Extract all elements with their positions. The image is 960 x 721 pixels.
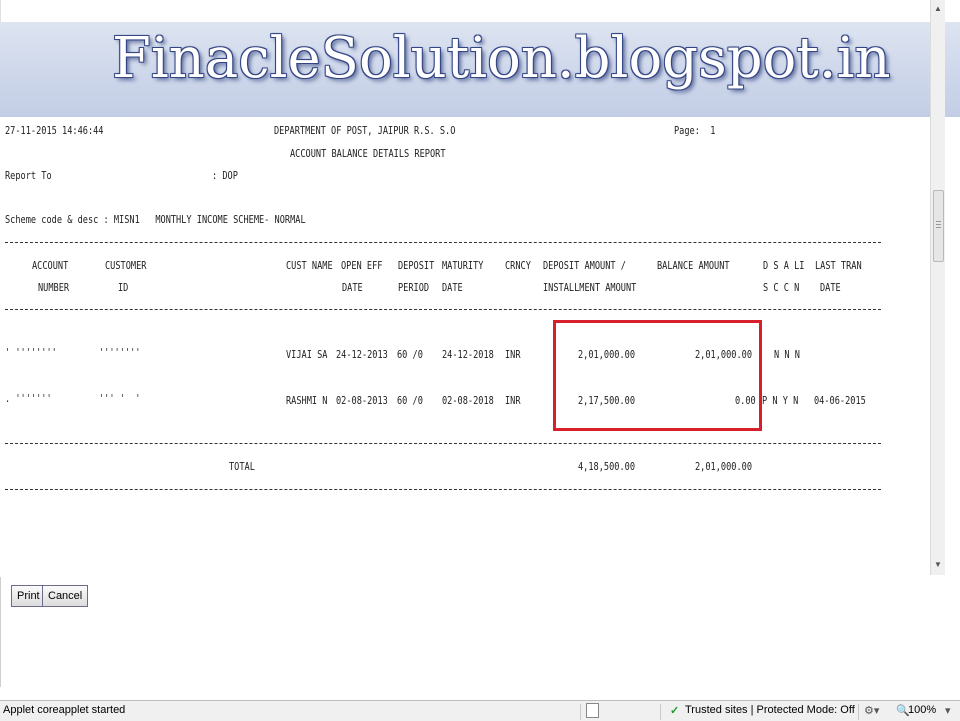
status-bar: Applet coreapplet started ✓ Trusted site…: [0, 700, 960, 721]
report-to-label: Report To: [5, 170, 52, 182]
print-button[interactable]: Print: [11, 585, 46, 607]
header-maturity-2: DATE: [442, 282, 463, 294]
header-customer-2: ID: [118, 282, 129, 294]
check-icon: ✓: [670, 705, 680, 717]
status-separator: [858, 704, 859, 720]
status-separator: [580, 704, 581, 720]
header-flags-2: S C C N: [763, 282, 800, 294]
header-customer: CUSTOMER: [105, 260, 147, 272]
row-open-date: 02-08-2013: [336, 395, 388, 407]
header-deposit-2: PERIOD: [398, 282, 430, 294]
header-open-eff-2: DATE: [342, 282, 363, 294]
protected-mode-icon[interactable]: ⚙▾: [864, 704, 879, 717]
security-zone[interactable]: Trusted sites | Protected Mode: Off: [685, 704, 855, 716]
zoom-dropdown-icon[interactable]: ▾: [945, 704, 951, 717]
header-last-tran: LAST TRAN: [815, 260, 862, 272]
grip-line: [936, 224, 941, 225]
row-flags: N N N: [774, 349, 800, 361]
row-customer-id: '''''''': [99, 347, 141, 359]
report-to-value: : DOP: [212, 170, 238, 182]
cancel-button[interactable]: Cancel: [42, 585, 89, 607]
scroll-up-arrow-icon[interactable]: ▲: [931, 2, 945, 16]
row-account-number: ' '''''''': [5, 347, 57, 359]
total-label: TOTAL: [229, 461, 255, 473]
header-account: ACCOUNT: [32, 260, 69, 272]
row-account-number: . ''''''': [5, 393, 52, 405]
total-deposit: 4,18,500.00: [578, 461, 636, 473]
report-department: DEPARTMENT OF POST, JAIPUR R.S. S.O: [274, 125, 456, 137]
report-viewer: 27-11-2015 14:46:44 DEPARTMENT OF POST, …: [0, 117, 930, 577]
scroll-down-arrow-icon[interactable]: ▼: [931, 558, 945, 572]
header-last-tran-2: DATE: [820, 282, 841, 294]
banner-title: FinacleSolution.blogspot.in: [112, 26, 891, 91]
header-cust-name: CUST NAME: [286, 260, 333, 272]
watermark-banner: FinacleSolution.blogspot.in: [0, 22, 960, 117]
scheme-line: Scheme code & desc : MISN1 MONTHLY INCOM…: [5, 214, 306, 226]
row-crncy: INR: [505, 395, 521, 407]
row-cust-name: VIJAI SA: [286, 349, 328, 361]
report-page-number: Page: 1: [674, 125, 716, 137]
row-open-date: 24-12-2013: [336, 349, 388, 361]
scrollbar-thumb[interactable]: [933, 190, 944, 262]
button-bar: Print Cancel: [0, 577, 945, 687]
rule-bottom: [5, 489, 881, 490]
row-last-tran: 04-06-2015: [814, 395, 866, 407]
status-message: Applet coreapplet started: [3, 704, 126, 716]
header-open-eff: OPEN EFF: [341, 260, 383, 272]
row-maturity: 02-08-2018: [442, 395, 494, 407]
rule-header: [5, 309, 881, 310]
row-period: 60 /0: [397, 349, 423, 361]
row-cust-name: RASHMI N: [286, 395, 328, 407]
header-maturity: MATURITY: [442, 260, 484, 272]
grip-line: [936, 221, 941, 222]
header-deposit-amount: DEPOSIT AMOUNT /: [543, 260, 626, 272]
window-top-strip: [0, 0, 960, 22]
page-icon: [586, 703, 599, 718]
row-customer-id: ''' ' ': [99, 393, 141, 405]
total-balance: 2,01,000.00: [695, 461, 753, 473]
row-crncy: INR: [505, 349, 521, 361]
row-flags: P N Y N: [762, 395, 799, 407]
header-balance-amount: BALANCE AMOUNT: [657, 260, 730, 272]
header-deposit: DEPOSIT: [398, 260, 435, 272]
row-maturity: 24-12-2018: [442, 349, 494, 361]
header-account-2: NUMBER: [38, 282, 70, 294]
status-separator: [660, 704, 661, 720]
zoom-level[interactable]: 100%: [908, 704, 936, 716]
report-timestamp: 27-11-2015 14:46:44: [5, 125, 104, 137]
header-crncy: CRNCY: [505, 260, 531, 272]
grip-line: [936, 227, 941, 228]
report-title: ACCOUNT BALANCE DETAILS REPORT: [290, 148, 446, 160]
rule-before-total: [5, 443, 881, 444]
vertical-scrollbar[interactable]: ▲ ▼: [930, 0, 945, 575]
highlight-box: [553, 320, 762, 431]
row-period: 60 /0: [397, 395, 423, 407]
rule-top: [5, 242, 881, 243]
header-flags: D S A LI: [763, 260, 805, 272]
header-deposit-amount-2: INSTALLMENT AMOUNT: [543, 282, 637, 294]
